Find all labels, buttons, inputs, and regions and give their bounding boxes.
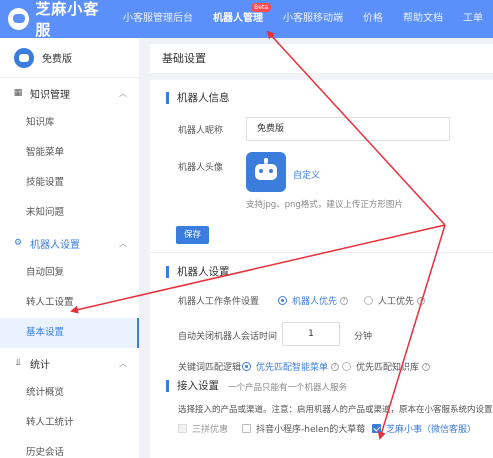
robot-avatar-image[interactable] xyxy=(246,152,286,192)
chevron-up-icon: ︿ xyxy=(119,238,127,248)
help-icon[interactable]: ? xyxy=(331,362,340,371)
radio-dot xyxy=(342,362,351,371)
sidebar-group-label: 统计 xyxy=(30,359,50,371)
radio-label: 人工优先 xyxy=(378,297,415,307)
chevron-up-icon: ︿ xyxy=(119,358,127,368)
nav-item-label: 价格 xyxy=(363,13,383,24)
main-content: 基础设置 机器人信息 机器人昵称 免费版 机器人头像 自定义 支持jpg、png… xyxy=(150,38,493,458)
section-title-robot-settings: 机器人设置 xyxy=(166,266,230,278)
sidebar-item-unknown-questions[interactable]: 未知问题 xyxy=(0,198,139,228)
plan-label: 免费版 xyxy=(42,54,72,65)
sidebar-group-label: 知识管理 xyxy=(30,89,70,101)
avatar-hint: 支持jpg、png格式，建议上传正方形图片 xyxy=(246,200,403,210)
save-button[interactable]: 保存 xyxy=(176,226,210,244)
auto-close-label: 自动关闭机器人会话时间 xyxy=(178,332,278,342)
help-icon[interactable]: ? xyxy=(340,296,349,305)
radio-label: 机器人优先 xyxy=(292,297,338,307)
access-note: 选择接入的产品或渠道。注意：启用机器人的产品或渠道，原本在小客服系统内设置的 xyxy=(178,405,493,415)
minutes-unit: 分钟 xyxy=(354,332,373,342)
grid-icon: ▦ xyxy=(13,88,23,98)
nav-item-pricing[interactable]: 价格 xyxy=(353,0,393,38)
sidebar-item-history[interactable]: 历史会话 xyxy=(0,438,139,458)
sidebar-item-transfer-stats[interactable]: 转人工统计 xyxy=(0,408,139,438)
nav-item-admin-console[interactable]: 小客服管理后台 xyxy=(113,0,203,38)
help-icon[interactable]: ? xyxy=(417,296,426,305)
keyword-logic-label: 关键词匹配逻辑 xyxy=(178,363,242,373)
nickname-label: 机器人昵称 xyxy=(178,126,224,136)
gear-icon: ⚙ xyxy=(13,238,23,248)
nickname-input[interactable]: 免费版 xyxy=(246,117,450,141)
checkbox-box xyxy=(242,424,251,433)
radio-human-first[interactable]: 人工优先 ? xyxy=(364,294,426,307)
nav-item-label: 小客服移动端 xyxy=(283,13,343,24)
section-divider xyxy=(150,252,493,253)
settings-card: 机器人信息 机器人昵称 免费版 机器人头像 自定义 支持jpg、png格式，建议… xyxy=(150,80,493,458)
page: 芝麻小客服 小客服管理后台 机器人管理 Beta 小客服移动端 价格 帮助文档 … xyxy=(0,0,493,458)
sidebar-group-label: 机器人设置 xyxy=(30,239,80,251)
sidebar-group-robot-settings[interactable]: ⚙ 机器人设置 ︿ xyxy=(0,228,139,258)
channel-checkbox-douyin[interactable]: 抖音小程序-helen的大草莓 xyxy=(242,422,365,435)
nav-item-tickets[interactable]: 工单 xyxy=(453,0,493,38)
top-navigation-bar: 芝麻小客服 小客服管理后台 机器人管理 Beta 小客服移动端 价格 帮助文档 … xyxy=(0,0,493,40)
checkbox-label: 抖音小程序-helen的大草莓 xyxy=(256,425,366,435)
chart-icon: ⫫ xyxy=(15,358,21,368)
checkbox-label: 三拼优惠 xyxy=(192,425,229,435)
page-header: 基础设置 xyxy=(150,44,493,74)
robot-avatar-icon xyxy=(14,47,34,68)
nav-item-robot-management[interactable]: 机器人管理 Beta xyxy=(203,0,273,38)
sidebar-item-smart-menu[interactable]: 智能菜单 xyxy=(0,138,139,168)
access-hint: 一个产品只能有一个机器人服务 xyxy=(228,383,348,393)
sidebar-item-auto-reply[interactable]: 自动回复 xyxy=(0,258,139,288)
nav-item-label: 工单 xyxy=(463,13,483,24)
radio-label: 优先匹配智能菜单 xyxy=(256,363,329,373)
sidebar: 免费版 ▦ 知识管理 ︿ 知识库 智能菜单 技能设置 未知问题 ⚙ 机器人设置 … xyxy=(0,38,140,458)
robot-face-icon xyxy=(255,164,277,180)
nav-item-label: 小客服管理后台 xyxy=(123,13,193,24)
sidebar-item-knowledge-base[interactable]: 知识库 xyxy=(0,108,139,138)
page-title: 基础设置 xyxy=(162,52,206,65)
nav-item-label: 机器人管理 xyxy=(213,13,263,24)
checkbox-box xyxy=(178,424,187,433)
radio-robot-first[interactable]: 机器人优先 ? xyxy=(278,294,349,307)
sidebar-group-knowledge[interactable]: ▦ 知识管理 ︿ xyxy=(0,78,139,108)
radio-label: 优先匹配知识库 xyxy=(356,363,420,373)
sidebar-item-stats-overview[interactable]: 统计概览 xyxy=(0,378,139,408)
channel-checkbox-sanpin[interactable]: 三拼优惠 xyxy=(178,422,228,435)
sidebar-item-transfer-settings[interactable]: 转人工设置 xyxy=(0,288,139,318)
nav-item-label: 帮助文档 xyxy=(403,13,443,24)
radio-dot xyxy=(278,296,287,305)
chevron-up-icon: ︿ xyxy=(119,88,127,98)
section-title-robot-info: 机器人信息 xyxy=(166,92,230,104)
nav-item-mobile[interactable]: 小客服移动端 xyxy=(273,0,353,38)
radio-dot xyxy=(242,362,251,371)
avatar-label: 机器人头像 xyxy=(178,163,224,173)
auto-close-minutes-input[interactable]: 1 xyxy=(282,322,340,346)
sidebar-group-statistics[interactable]: ⫫ 统计 ︿ xyxy=(0,348,139,378)
work-condition-label: 机器人工作条件设置 xyxy=(178,297,260,307)
nav-item-help-docs[interactable]: 帮助文档 xyxy=(393,0,453,38)
checkbox-box xyxy=(372,424,381,433)
radio-dot xyxy=(364,296,373,305)
help-icon[interactable]: ? xyxy=(422,362,431,371)
plan-indicator: 免费版 xyxy=(0,38,139,78)
section-title-access: 接入设置 xyxy=(166,380,219,392)
sidebar-item-skills[interactable]: 技能设置 xyxy=(0,168,139,198)
beta-badge: Beta xyxy=(251,3,271,12)
brand-name: 芝麻小客服 xyxy=(35,0,100,39)
radio-knowledge-first[interactable]: 优先匹配知识库 ? xyxy=(342,360,431,373)
custom-avatar-link[interactable]: 自定义 xyxy=(293,168,320,181)
sidebar-item-basic-settings[interactable]: 基本设置 xyxy=(0,318,139,348)
checkbox-label: 芝麻小事（微信客服） xyxy=(386,425,477,435)
top-nav-menu: 小客服管理后台 机器人管理 Beta 小客服移动端 价格 帮助文档 工单 xyxy=(113,0,493,38)
robot-logo-icon xyxy=(8,8,30,30)
radio-smart-menu-first[interactable]: 优先匹配智能菜单 ? xyxy=(242,360,340,373)
channel-checkbox-zhima-wechat[interactable]: 芝麻小事（微信客服） xyxy=(372,422,476,435)
brand-logo[interactable]: 芝麻小客服 xyxy=(0,0,113,40)
